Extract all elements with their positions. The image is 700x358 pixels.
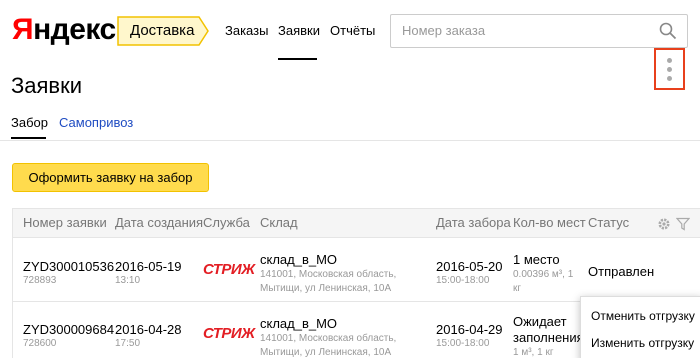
- search-icon[interactable]: [659, 22, 677, 40]
- nav-requests[interactable]: Заявки: [278, 23, 320, 39]
- table-header: Номер заявки Дата создания Служба Склад …: [13, 208, 700, 238]
- logo-first-letter: Я: [12, 13, 34, 46]
- places-volume-weight: 0.00396 м³, 1: [513, 269, 574, 280]
- gear-icon[interactable]: [657, 217, 671, 231]
- nav-orders[interactable]: Заказы: [225, 23, 268, 39]
- menu-item-cancel-shipment[interactable]: Отменить отгрузку: [591, 308, 695, 324]
- warehouse-address-line2: Мытищи, ул Ленинская, 10А: [260, 283, 392, 294]
- logo-rest: ндекс: [33, 13, 116, 46]
- col-places[interactable]: Кол-во мест: [513, 209, 586, 237]
- request-number[interactable]: ZYD300009684: [23, 322, 114, 338]
- tab-self-delivery[interactable]: Самопривоз: [59, 115, 133, 131]
- tab-pickup[interactable]: Забор: [11, 115, 48, 131]
- table-row[interactable]: ZYD300010536 728893 2016-05-19 13:10 СТР…: [13, 238, 700, 302]
- filter-icon[interactable]: [676, 217, 690, 231]
- carrier-logo: СТРИЖ: [203, 325, 255, 342]
- places-count: 1 место: [513, 252, 560, 267]
- row-actions-menu: Отменить отгрузку Изменить отгрузку: [580, 296, 700, 358]
- yandex-logo[interactable]: Яндекс: [12, 10, 116, 50]
- created-date: 2016-05-19: [115, 259, 182, 274]
- warehouse-address-line2: Мытищи, ул Ленинская, 10А: [260, 347, 392, 358]
- col-status[interactable]: Статус: [588, 209, 629, 237]
- places-weight-unit: кг: [513, 283, 522, 294]
- nav-reports[interactable]: Отчёты: [330, 23, 375, 39]
- status-text: Отправлен: [588, 264, 655, 279]
- created-time: 17:50: [115, 338, 141, 349]
- warehouse-name: склад_в_МО: [260, 316, 338, 331]
- places-status: Ожидает: [513, 314, 567, 329]
- places-volume-weight: 1 м³, 1 кг: [513, 347, 554, 358]
- tabs-divider: [0, 140, 700, 141]
- request-number-sub: 728893: [23, 275, 57, 286]
- tab-active-indicator: [11, 137, 46, 139]
- create-pickup-request-button[interactable]: Оформить заявку на забор: [12, 163, 209, 192]
- pickup-time: 15:00-18:00: [436, 338, 490, 349]
- nav-active-indicator: [278, 58, 317, 60]
- col-warehouse[interactable]: Склад: [260, 209, 298, 237]
- menu-item-edit-shipment[interactable]: Изменить отгрузку: [591, 335, 694, 351]
- more-vertical-icon-dot: [667, 67, 672, 72]
- service-badge[interactable]: Доставка: [117, 16, 209, 46]
- col-pickup-date[interactable]: Дата забора: [436, 209, 511, 237]
- col-service[interactable]: Служба: [203, 209, 250, 237]
- header: Яндекс Доставка Заказы Заявки Отчёты Ном…: [0, 0, 700, 62]
- page-title: Заявки: [11, 73, 83, 98]
- col-created-date[interactable]: Дата создания: [115, 209, 203, 237]
- warehouse-address-line1: 141001, Московская область,: [260, 333, 397, 344]
- request-number[interactable]: ZYD300010536: [23, 259, 114, 275]
- pickup-time: 15:00-18:00: [436, 275, 490, 286]
- created-date: 2016-04-28: [115, 322, 182, 337]
- pickup-date: 2016-05-20: [436, 259, 503, 274]
- col-request-number[interactable]: Номер заявки: [23, 209, 107, 237]
- pickup-date: 2016-04-29: [436, 322, 503, 337]
- search-input[interactable]: Номер заказа: [390, 14, 688, 48]
- carrier-logo: СТРИЖ: [203, 261, 255, 278]
- warehouse-name: склад_в_МО: [260, 252, 338, 267]
- created-time: 13:10: [115, 275, 141, 286]
- service-name: Доставка: [130, 22, 195, 39]
- request-number-sub: 728600: [23, 338, 57, 349]
- more-vertical-icon-dot: [667, 76, 672, 81]
- warehouse-address-line1: 141001, Московская область,: [260, 269, 397, 280]
- search-placeholder: Номер заказа: [402, 23, 486, 38]
- row-actions-button[interactable]: [654, 48, 685, 90]
- places-status-line2: заполнения: [513, 330, 584, 345]
- more-vertical-icon: [667, 58, 672, 63]
